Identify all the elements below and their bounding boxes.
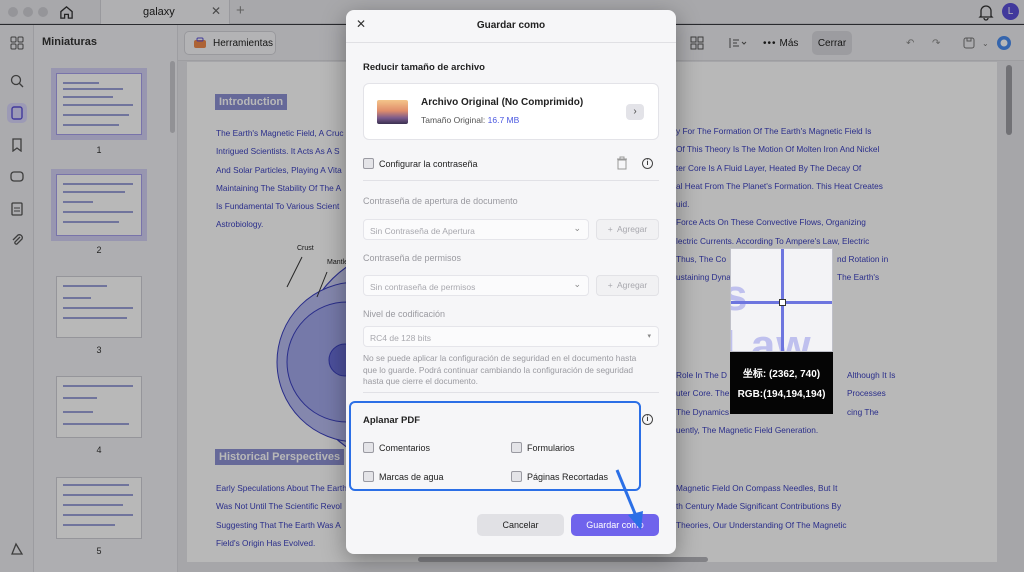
add-permission-password-button[interactable]: + Agregar — [596, 275, 659, 296]
add-open-password-button[interactable]: + Agregar — [596, 219, 659, 240]
file-size: Tamaño Original: 16.7 MB — [421, 115, 520, 125]
security-note: No se puede aplicar la configuración de … — [363, 353, 637, 386]
open-password-field[interactable]: Sin Contraseña de Apertura ⌄ — [363, 219, 589, 240]
file-name: Archivo Original (No Comprimido) — [421, 97, 584, 108]
divider — [363, 180, 659, 181]
info-icon[interactable]: i — [642, 158, 653, 169]
magnifier-rgb: RGB:(194,194,194) — [737, 389, 826, 400]
divider — [363, 392, 659, 393]
configure-password-checkbox[interactable] — [363, 158, 374, 169]
magnifier-preview: s Law — [730, 248, 833, 352]
dialog-divider — [346, 42, 676, 43]
dropdown-arrow-icon: ▾ — [647, 333, 651, 340]
info-icon[interactable]: i — [642, 414, 653, 425]
magnifier-coords: 坐标: (2362, 740) — [742, 369, 821, 380]
dialog-title: Guardar como — [476, 20, 546, 31]
save-as-button[interactable]: Guardar como — [571, 514, 659, 536]
magnifier-info: 坐标: (2362, 740) RGB:(194,194,194) — [730, 352, 833, 414]
permission-password-label: Contraseña de permisos — [363, 253, 462, 263]
encryption-level-label: Nivel de codificación — [363, 309, 446, 319]
cancel-button[interactable]: Cancelar — [477, 514, 564, 536]
crosshair-center — [779, 299, 786, 306]
trash-icon[interactable] — [616, 156, 628, 175]
encryption-level-select[interactable]: RC4 de 128 bits ▾ — [363, 326, 659, 347]
reduce-size-heading: Reducir tamaño de archivo — [363, 62, 485, 73]
file-option-card[interactable]: Archivo Original (No Comprimido) Tamaño … — [363, 83, 659, 140]
chevron-down-icon: ⌄ — [573, 223, 581, 233]
chevron-right-icon[interactable]: › — [626, 104, 644, 120]
configure-password-label: Configurar la contraseña — [379, 159, 478, 169]
plus-icon: + — [607, 280, 613, 290]
chevron-down-icon: ⌄ — [573, 279, 581, 289]
open-password-label: Contraseña de apertura de documento — [363, 196, 518, 206]
flatten-highlight-box — [349, 401, 641, 491]
plus-icon: + — [607, 224, 613, 234]
file-thumbnail — [377, 100, 408, 124]
permission-password-field[interactable]: Sin contraseña de permisos ⌄ — [363, 275, 589, 296]
